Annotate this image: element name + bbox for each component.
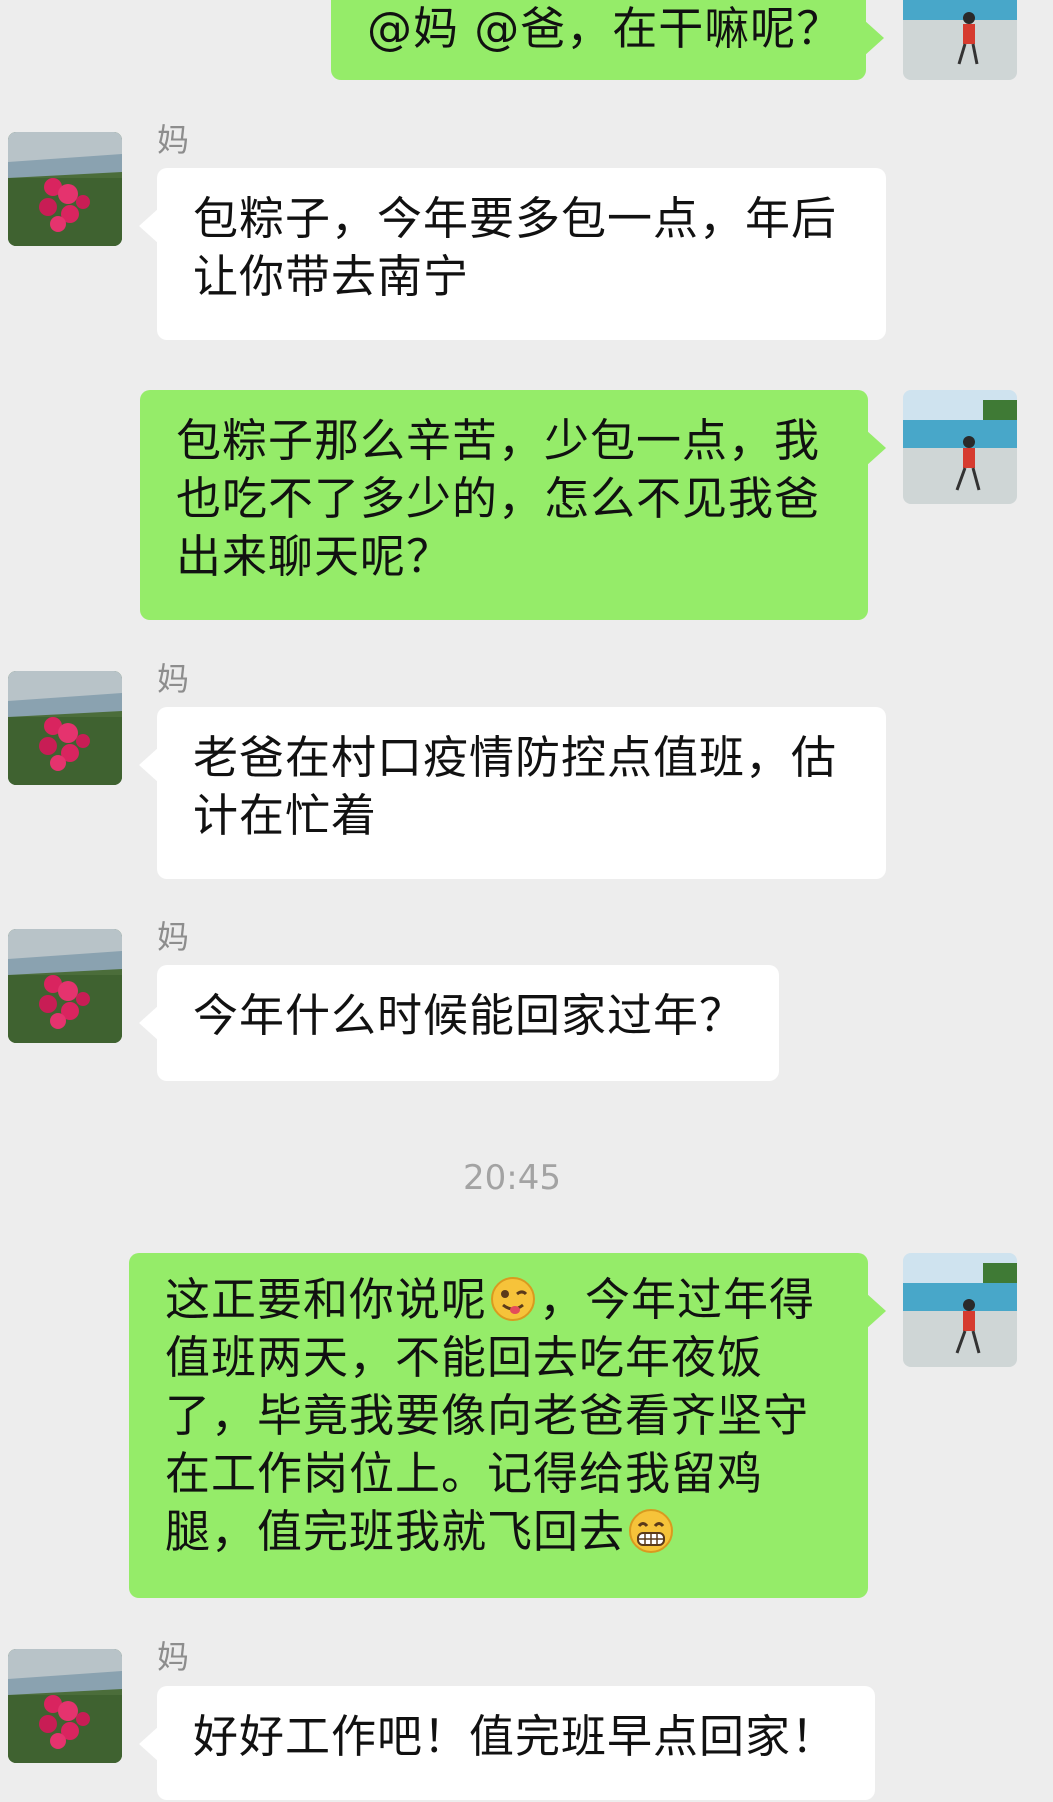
- message-line: 这正要和你说呢 ，今年过年得: [165, 1271, 838, 1329]
- message-bubble-own[interactable]: 包粽子那么辛苦，少包一点，我 也吃不了多少的，怎么不见我爸 出来聊天呢？: [140, 390, 886, 620]
- message-bubble-own[interactable]: 这正要和你说呢 ，今年过年得 值班两天，不能回去吃年夜饭 了，毕竟我要像向老爸看…: [129, 1253, 886, 1598]
- pool-person-avatar-icon: [903, 1253, 1017, 1367]
- chat-area[interactable]: @妈 @爸，在干嘛呢？ 妈 包粽子，今年要多包一点，年后 让你带去南宁 包粽子那…: [0, 0, 1053, 1802]
- mom-avatar[interactable]: [8, 1649, 122, 1763]
- sender-name: 妈: [157, 1638, 190, 1676]
- pool-person-avatar-icon: [903, 390, 1017, 504]
- mom-avatar[interactable]: [8, 929, 122, 1043]
- message-line: 腿，值完班我就飞回去: [165, 1503, 838, 1561]
- message-text: 也吃不了多少的，怎么不见我爸: [176, 472, 821, 525]
- message-text: 包粽子，今年要多包一点，年后: [193, 192, 838, 245]
- message-text: 好好工作吧！值完班早点回家！: [193, 1710, 838, 1763]
- flower-avatar-icon: [8, 1649, 122, 1763]
- message-text: 老爸在村口疫情防控点值班，估: [193, 731, 838, 784]
- own-avatar[interactable]: [903, 0, 1017, 80]
- sender-name: 妈: [157, 660, 190, 698]
- message-text: 包粽子那么辛苦，少包一点，我: [176, 414, 821, 467]
- message-text: 在工作岗位上。记得给我留鸡: [165, 1447, 764, 1500]
- message-text: 值班两天，不能回去吃年夜饭: [165, 1331, 764, 1384]
- message-text: 出来聊天呢？: [176, 530, 453, 583]
- message-text: 让你带去南宁: [193, 250, 470, 303]
- grin-emoji-icon: [627, 1507, 675, 1555]
- message-bubble-other[interactable]: 今年什么时候能回家过年？: [139, 965, 779, 1081]
- own-avatar[interactable]: [903, 390, 1017, 504]
- message-bubble-other[interactable]: 老爸在村口疫情防控点值班，估 计在忙着: [139, 707, 886, 879]
- timestamp: 20:45: [463, 1158, 561, 1198]
- flower-avatar-icon: [8, 929, 122, 1043]
- message-bubble-other[interactable]: 好好工作吧！值完班早点回家！: [139, 1686, 875, 1800]
- message-bubble-own[interactable]: @妈 @爸，在干嘛呢？: [331, 0, 884, 80]
- message-text: 这正要和你说呢: [165, 1273, 488, 1326]
- message-text: 了，毕竟我要像向老爸看齐坚守: [165, 1389, 810, 1442]
- sender-name: 妈: [157, 121, 190, 159]
- sender-name: 妈: [157, 918, 190, 956]
- pool-person-avatar-icon: [903, 0, 1017, 80]
- mom-avatar[interactable]: [8, 671, 122, 785]
- flower-avatar-icon: [8, 671, 122, 785]
- message-text: 腿，值完班我就飞回去: [165, 1505, 626, 1558]
- own-avatar[interactable]: [903, 1253, 1017, 1367]
- wink-tongue-emoji-icon: [489, 1275, 537, 1323]
- message-text: ，今年过年得: [539, 1273, 816, 1326]
- message-text: @妈 @爸，在干嘛呢？: [367, 2, 843, 55]
- message-text: 计在忙着: [193, 789, 378, 842]
- flower-avatar-icon: [8, 132, 122, 246]
- message-text: 今年什么时候能回家过年？: [193, 989, 746, 1042]
- message-bubble-other[interactable]: 包粽子，今年要多包一点，年后 让你带去南宁: [139, 168, 886, 340]
- mom-avatar[interactable]: [8, 132, 122, 246]
